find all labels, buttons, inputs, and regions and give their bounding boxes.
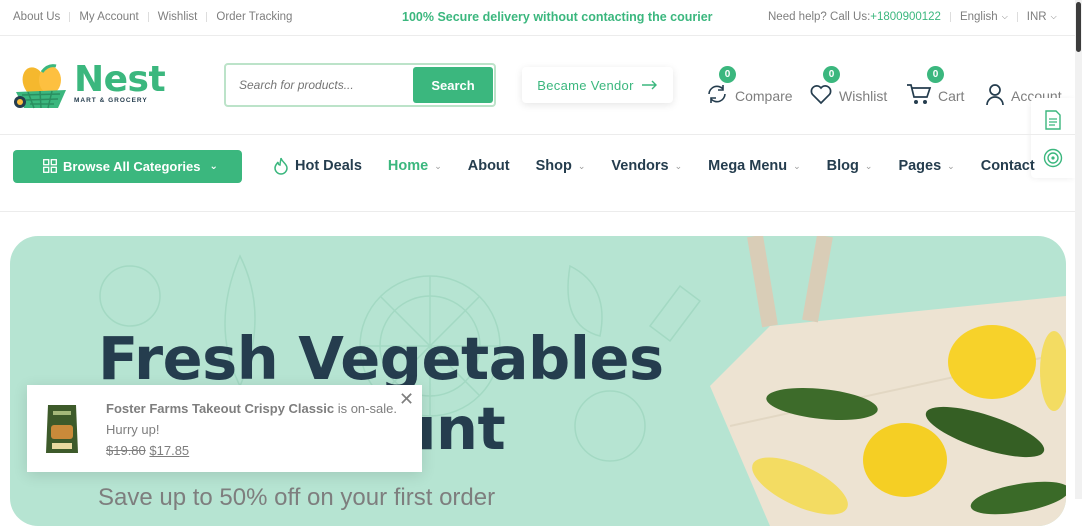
about-us-link[interactable]: About Us [13, 11, 60, 23]
language-label: English [959, 11, 998, 23]
nav-hot-deals-label: Hot Deals [295, 158, 362, 174]
nav-mega-menu-label: Mega Menu [708, 158, 788, 174]
become-vendor-label: Became Vendor [537, 77, 634, 93]
basket-logo-icon [14, 64, 66, 109]
chevron-down-icon: ⌄ [864, 160, 873, 171]
chevron-down-icon: ⌄ [434, 160, 442, 171]
fire-icon [274, 157, 288, 175]
divider [0, 134, 1075, 135]
divider [147, 12, 149, 22]
nav-shop-label: Shop [535, 158, 572, 174]
logo[interactable]: Nest MART & GROCERY [12, 59, 166, 110]
nav-vendors-label: Vendors [611, 158, 669, 174]
divider [949, 12, 951, 22]
currency-label: INR [1026, 11, 1047, 23]
top-links: About Us My Account Wishlist Order Track… [13, 11, 292, 23]
sale-notification[interactable]: Foster Farms Takeout Crispy Classic is o… [27, 385, 422, 472]
close-icon[interactable]: ✕ [399, 389, 414, 410]
nav-blog-label: Blog [826, 158, 859, 174]
product-thumbnail [46, 405, 78, 453]
sale-status: is on-sale. [334, 401, 397, 416]
nav-hot-deals[interactable]: Hot Deals [273, 157, 362, 175]
scrollbar-thumb[interactable] [1076, 2, 1081, 52]
nav-home-label: Home [387, 158, 429, 174]
hero-title-line1: Fresh Vegetables [98, 324, 664, 393]
wishlist-link[interactable]: Wishlist [158, 11, 198, 23]
compare-icon [708, 85, 726, 103]
document-icon[interactable] [1044, 110, 1062, 130]
become-vendor-button[interactable]: Became Vendor [522, 67, 673, 103]
grid-icon [43, 159, 57, 173]
hero-banner: Fresh Vegetables Big discount Save up to… [10, 236, 1066, 526]
divider [206, 12, 208, 22]
nav-about[interactable]: About [468, 158, 510, 174]
compare-button[interactable]: Compare [705, 78, 793, 106]
compare-label: Compare [735, 88, 793, 104]
nav-contact-label: Contact [980, 158, 1035, 174]
search-bar: Search [224, 63, 496, 107]
wishlist-button[interactable]: Wishlist [809, 78, 887, 106]
old-price: $19.80 [106, 443, 146, 458]
scrollbar-track[interactable] [1075, 0, 1082, 499]
search-button[interactable]: Search [413, 67, 493, 103]
chevron-down-icon: ⌄ [793, 160, 801, 171]
my-account-link[interactable]: My Account [79, 11, 138, 23]
nav-about-label: About [467, 158, 510, 174]
promo-message: 100% Secure delivery without contacting … [402, 10, 713, 24]
nav-vendors[interactable]: Vendors ⌄ [611, 158, 682, 174]
hero-subtitle: Save up to 50% off on your first order [98, 484, 496, 511]
nav-mega-menu[interactable]: Mega Menu ⌄ [708, 158, 801, 174]
hurry-text: Hurry up! [106, 422, 160, 437]
language-select[interactable]: English ⌵ [960, 11, 1008, 23]
wishlist-label: Wishlist [839, 88, 888, 104]
currency-select[interactable]: INR ⌵ [1027, 11, 1057, 23]
main-nav: Hot Deals Home ⌄ About Shop ⌄ Vendors ⌄ Meg… [273, 157, 1061, 175]
browse-categories-label: Browse All Categories [63, 159, 201, 174]
cart-icon [907, 84, 932, 104]
cart-count-badge: 0 [927, 66, 944, 83]
chevron-down-icon: ⌄ [209, 161, 218, 172]
user-icon [986, 84, 1004, 106]
nav-blog[interactable]: Blog ⌄ [827, 158, 873, 174]
phone-link[interactable]: +1800900122 [870, 11, 941, 23]
nav-clip [1031, 140, 1075, 178]
nav-shop[interactable]: Shop ⌄ [536, 158, 586, 174]
product-name-link[interactable]: Foster Farms Takeout Crispy Classic [106, 401, 334, 416]
divider [69, 12, 71, 22]
browse-categories-button[interactable]: Browse All Categories ⌄ [13, 150, 242, 183]
chevron-down-icon: ⌄ [674, 160, 683, 171]
arrow-right-icon [641, 80, 657, 90]
top-bar: About Us My Account Wishlist Order Track… [0, 0, 1082, 36]
nav-pages[interactable]: Pages ⌄ [898, 158, 954, 174]
top-right: Need help? Call Us: +1800900122 English ⌵… [768, 11, 1057, 23]
divider [1016, 12, 1018, 22]
wishlist-count-badge: 0 [823, 66, 840, 83]
chevron-down-icon: ⌄ [947, 160, 955, 171]
logo-tagline: MART & GROCERY [74, 97, 148, 104]
search-input[interactable] [239, 78, 404, 92]
chevron-down-icon: ⌵ [1001, 12, 1008, 21]
order-tracking-link[interactable]: Order Tracking [216, 11, 292, 23]
heart-icon [810, 85, 832, 105]
logo-word: Nest [74, 59, 166, 100]
chevron-down-icon: ⌄ [577, 160, 586, 171]
nav-pages-label: Pages [898, 158, 942, 174]
new-price: $17.85 [149, 443, 190, 458]
nav-contact[interactable]: Contact [981, 158, 1035, 174]
chevron-down-icon: ⌵ [1050, 12, 1057, 21]
nav-home[interactable]: Home ⌄ [388, 158, 442, 174]
cart-label: Cart [938, 88, 965, 104]
divider [0, 211, 1075, 212]
notification-text: Foster Farms Takeout Crispy Classic is o… [106, 398, 397, 461]
help-text: Need help? Call Us: [768, 11, 871, 23]
compare-count-badge: 0 [719, 66, 736, 83]
